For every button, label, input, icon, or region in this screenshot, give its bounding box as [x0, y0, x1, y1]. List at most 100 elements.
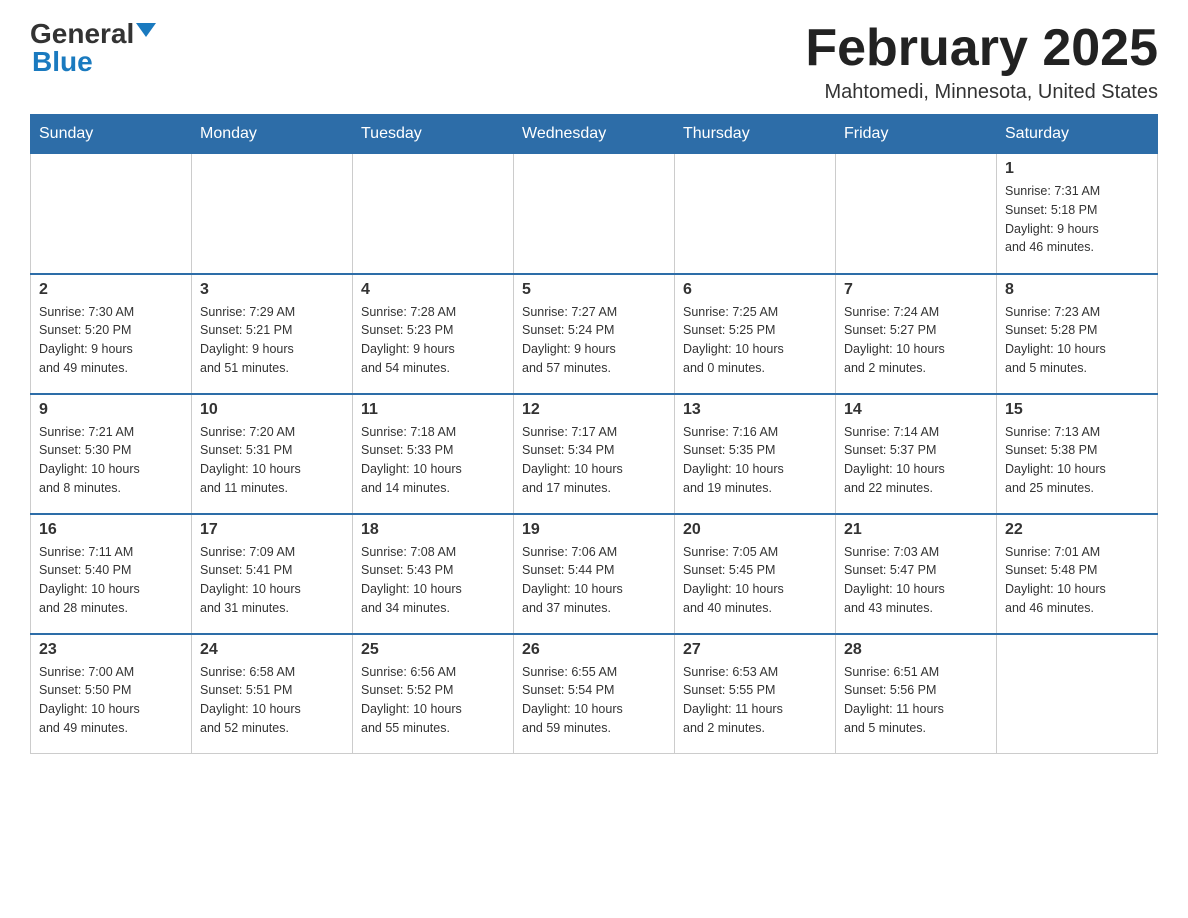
- day-number: 12: [522, 401, 666, 419]
- day-info: Sunrise: 7:29 AMSunset: 5:21 PMDaylight:…: [200, 303, 344, 378]
- calendar-table: SundayMondayTuesdayWednesdayThursdayFrid…: [30, 114, 1158, 754]
- day-info: Sunrise: 7:00 AMSunset: 5:50 PMDaylight:…: [39, 663, 183, 738]
- logo-general: General: [30, 20, 134, 48]
- day-number: 4: [361, 281, 505, 299]
- day-number: 6: [683, 281, 827, 299]
- calendar-cell: [192, 154, 353, 274]
- day-info: Sunrise: 7:01 AMSunset: 5:48 PMDaylight:…: [1005, 543, 1149, 618]
- calendar-week-row: 9Sunrise: 7:21 AMSunset: 5:30 PMDaylight…: [31, 394, 1158, 514]
- calendar-cell: 27 Sunrise: 6:53 AMSunset: 5:55 PMDayligh…: [675, 634, 836, 754]
- calendar-cell: 17Sunrise: 7:09 AMSunset: 5:41 PMDayligh…: [192, 514, 353, 634]
- day-number: 20: [683, 521, 827, 539]
- calendar-cell: 6 Sunrise: 7:25 AMSunset: 5:25 PMDaylight…: [675, 274, 836, 394]
- day-info: Sunrise: 7:09 AMSunset: 5:41 PMDaylight:…: [200, 543, 344, 618]
- day-info: Sunrise: 7:16 AMSunset: 5:35 PMDaylight:…: [683, 423, 827, 498]
- calendar-cell: 26 Sunrise: 6:55 AMSunset: 5:54 PMDayligh…: [514, 634, 675, 754]
- calendar-cell: 7 Sunrise: 7:24 AMSunset: 5:27 PMDaylight…: [836, 274, 997, 394]
- logo-triangle-icon: [136, 23, 156, 37]
- day-info: Sunrise: 6:51 AMSunset: 5:56 PMDaylight:…: [844, 663, 988, 738]
- day-number: 13: [683, 401, 827, 419]
- day-number: 27: [683, 641, 827, 659]
- calendar-cell: [31, 154, 192, 274]
- weekday-header: Tuesday: [353, 115, 514, 154]
- day-info: Sunrise: 6:55 AMSunset: 5:54 PMDaylight:…: [522, 663, 666, 738]
- calendar-week-row: 2 Sunrise: 7:30 AMSunset: 5:20 PMDaylight…: [31, 274, 1158, 394]
- day-number: 24: [200, 641, 344, 659]
- day-info: Sunrise: 7:31 AMSunset: 5:18 PMDaylight:…: [1005, 182, 1149, 257]
- calendar-cell: [353, 154, 514, 274]
- day-info: Sunrise: 7:28 AMSunset: 5:23 PMDaylight:…: [361, 303, 505, 378]
- day-number: 3: [200, 281, 344, 299]
- day-info: Sunrise: 7:23 AMSunset: 5:28 PMDaylight:…: [1005, 303, 1149, 378]
- weekday-header: Saturday: [997, 115, 1158, 154]
- calendar-cell: 16 Sunrise: 7:11 AMSunset: 5:40 PMDayligh…: [31, 514, 192, 634]
- day-number: 10: [200, 401, 344, 419]
- day-info: Sunrise: 7:30 AMSunset: 5:20 PMDaylight:…: [39, 303, 183, 378]
- calendar-cell: 11 Sunrise: 7:18 AMSunset: 5:33 PMDayligh…: [353, 394, 514, 514]
- day-info: Sunrise: 7:25 AMSunset: 5:25 PMDaylight:…: [683, 303, 827, 378]
- calendar-cell: 8Sunrise: 7:23 AMSunset: 5:28 PMDaylight…: [997, 274, 1158, 394]
- calendar-cell: [675, 154, 836, 274]
- calendar-cell: 5 Sunrise: 7:27 AMSunset: 5:24 PMDaylight…: [514, 274, 675, 394]
- day-info: Sunrise: 6:56 AMSunset: 5:52 PMDaylight:…: [361, 663, 505, 738]
- calendar-cell: 1 Sunrise: 7:31 AMSunset: 5:18 PMDaylight…: [997, 154, 1158, 274]
- calendar-cell: 9Sunrise: 7:21 AMSunset: 5:30 PMDaylight…: [31, 394, 192, 514]
- calendar-week-row: 16 Sunrise: 7:11 AMSunset: 5:40 PMDayligh…: [31, 514, 1158, 634]
- calendar-cell: 13 Sunrise: 7:16 AMSunset: 5:35 PMDayligh…: [675, 394, 836, 514]
- weekday-header: Friday: [836, 115, 997, 154]
- day-number: 5: [522, 281, 666, 299]
- day-info: Sunrise: 7:05 AMSunset: 5:45 PMDaylight:…: [683, 543, 827, 618]
- day-number: 23: [39, 641, 183, 659]
- day-number: 9: [39, 401, 183, 419]
- day-info: Sunrise: 7:18 AMSunset: 5:33 PMDaylight:…: [361, 423, 505, 498]
- calendar-cell: 23 Sunrise: 7:00 AMSunset: 5:50 PMDayligh…: [31, 634, 192, 754]
- calendar-cell: 15 Sunrise: 7:13 AMSunset: 5:38 PMDayligh…: [997, 394, 1158, 514]
- calendar-cell: 14Sunrise: 7:14 AMSunset: 5:37 PMDayligh…: [836, 394, 997, 514]
- calendar-cell: 12Sunrise: 7:17 AMSunset: 5:34 PMDayligh…: [514, 394, 675, 514]
- calendar-cell: 19Sunrise: 7:06 AMSunset: 5:44 PMDayligh…: [514, 514, 675, 634]
- calendar-cell: [836, 154, 997, 274]
- page-header: General Blue February 2025 Mahtomedi, Mi…: [30, 20, 1158, 104]
- day-info: Sunrise: 7:03 AMSunset: 5:47 PMDaylight:…: [844, 543, 988, 618]
- day-info: Sunrise: 7:13 AMSunset: 5:38 PMDaylight:…: [1005, 423, 1149, 498]
- weekday-header: Thursday: [675, 115, 836, 154]
- calendar-cell: [997, 634, 1158, 754]
- calendar-week-row: 1 Sunrise: 7:31 AMSunset: 5:18 PMDaylight…: [31, 154, 1158, 274]
- day-number: 21: [844, 521, 988, 539]
- day-number: 22: [1005, 521, 1149, 539]
- calendar-cell: [514, 154, 675, 274]
- day-number: 25: [361, 641, 505, 659]
- day-info: Sunrise: 6:53 AMSunset: 5:55 PMDaylight:…: [683, 663, 827, 738]
- weekday-header: Wednesday: [514, 115, 675, 154]
- day-number: 28: [844, 641, 988, 659]
- day-number: 18: [361, 521, 505, 539]
- calendar-cell: 20 Sunrise: 7:05 AMSunset: 5:45 PMDayligh…: [675, 514, 836, 634]
- day-number: 26: [522, 641, 666, 659]
- weekday-header: Monday: [192, 115, 353, 154]
- calendar-cell: 2 Sunrise: 7:30 AMSunset: 5:20 PMDaylight…: [31, 274, 192, 394]
- day-number: 15: [1005, 401, 1149, 419]
- weekday-header: Sunday: [31, 115, 192, 154]
- day-info: Sunrise: 7:11 AMSunset: 5:40 PMDaylight:…: [39, 543, 183, 618]
- day-number: 11: [361, 401, 505, 419]
- title-section: February 2025 Mahtomedi, Minnesota, Unit…: [805, 20, 1158, 104]
- day-info: Sunrise: 7:24 AMSunset: 5:27 PMDaylight:…: [844, 303, 988, 378]
- calendar-cell: 25 Sunrise: 6:56 AMSunset: 5:52 PMDayligh…: [353, 634, 514, 754]
- logo: General Blue: [30, 20, 156, 76]
- day-number: 14: [844, 401, 988, 419]
- calendar-cell: 24Sunrise: 6:58 AMSunset: 5:51 PMDayligh…: [192, 634, 353, 754]
- calendar-cell: 4 Sunrise: 7:28 AMSunset: 5:23 PMDaylight…: [353, 274, 514, 394]
- day-number: 7: [844, 281, 988, 299]
- calendar-header-row: SundayMondayTuesdayWednesdayThursdayFrid…: [31, 115, 1158, 154]
- location-title: Mahtomedi, Minnesota, United States: [805, 81, 1158, 104]
- day-number: 16: [39, 521, 183, 539]
- day-info: Sunrise: 7:27 AMSunset: 5:24 PMDaylight:…: [522, 303, 666, 378]
- calendar-week-row: 23 Sunrise: 7:00 AMSunset: 5:50 PMDayligh…: [31, 634, 1158, 754]
- month-title: February 2025: [805, 20, 1158, 77]
- calendar-cell: 21 Sunrise: 7:03 AMSunset: 5:47 PMDayligh…: [836, 514, 997, 634]
- day-info: Sunrise: 7:20 AMSunset: 5:31 PMDaylight:…: [200, 423, 344, 498]
- day-info: Sunrise: 7:08 AMSunset: 5:43 PMDaylight:…: [361, 543, 505, 618]
- day-number: 2: [39, 281, 183, 299]
- day-number: 1: [1005, 160, 1149, 178]
- calendar-cell: 3 Sunrise: 7:29 AMSunset: 5:21 PMDaylight…: [192, 274, 353, 394]
